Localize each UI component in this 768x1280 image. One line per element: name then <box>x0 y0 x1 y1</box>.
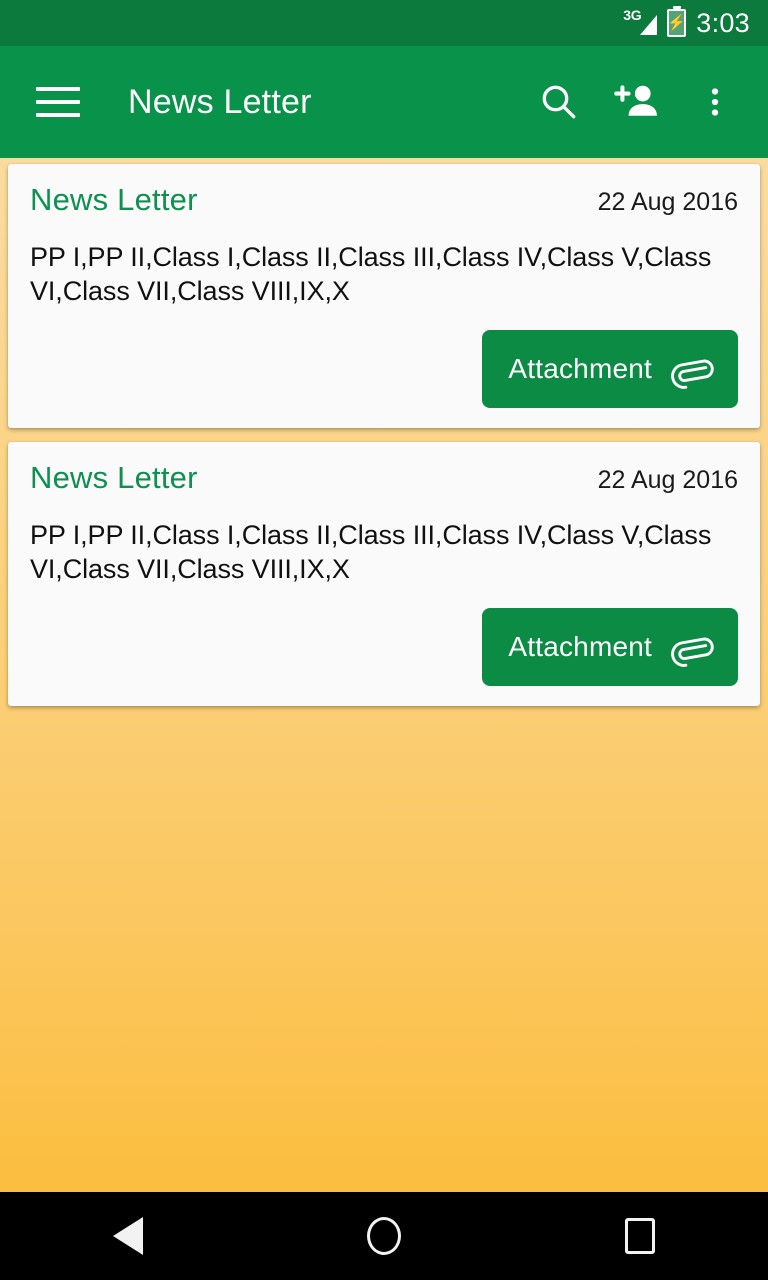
card-header: News Letter 22 Aug 2016 <box>30 182 738 218</box>
status-bar-clock: 3:03 <box>696 7 750 38</box>
battery-charging-icon: ⚡ <box>667 9 687 37</box>
android-nav-bar <box>0 1192 768 1280</box>
add-person-icon[interactable] <box>598 63 676 141</box>
newsletter-list: News Letter 22 Aug 2016 PP I,PP II,Class… <box>0 164 768 720</box>
hamburger-menu-icon[interactable] <box>22 66 94 138</box>
card-header: News Letter 22 Aug 2016 <box>30 460 738 496</box>
recents-square-icon[interactable] <box>512 1192 768 1280</box>
card-date: 22 Aug 2016 <box>597 188 738 216</box>
home-shape <box>367 1217 401 1255</box>
card-title: News Letter <box>30 460 198 496</box>
attachment-button[interactable]: Attachment <box>482 330 738 409</box>
home-circle-icon[interactable] <box>256 1192 512 1280</box>
battery-bolt: ⚡ <box>667 14 687 32</box>
more-vertical-icon[interactable] <box>676 63 754 141</box>
app-toolbar: News Letter <box>0 46 768 158</box>
card-footer: Attachment <box>30 608 738 687</box>
list-item[interactable]: News Letter 22 Aug 2016 PP I,PP II,Class… <box>8 442 760 707</box>
app-screen: 3G ⚡ 3:03 News Letter News Letter 22 Aug… <box>0 0 768 1280</box>
menu-line <box>36 113 80 117</box>
card-title: News Letter <box>30 182 198 217</box>
list-item[interactable]: News Letter 22 Aug 2016 PP I,PP II,Class… <box>8 164 760 429</box>
toolbar-actions <box>520 63 754 141</box>
paperclip-icon <box>666 344 716 394</box>
signal-triangle <box>640 15 658 35</box>
attachment-button-label: Attachment <box>508 353 652 385</box>
back-shape <box>113 1217 143 1255</box>
page-title: News Letter <box>128 82 312 121</box>
recents-shape <box>625 1218 655 1254</box>
network-type-label: 3G <box>623 7 642 23</box>
attachment-button[interactable]: Attachment <box>482 608 738 687</box>
menu-line <box>36 100 80 104</box>
menu-line <box>36 87 80 91</box>
paperclip-icon <box>666 622 716 672</box>
signal-bars-icon: 3G <box>623 7 658 38</box>
status-bar-icons: 3G ⚡ 3:03 <box>623 8 750 38</box>
attachment-button-label: Attachment <box>508 631 652 663</box>
card-body-text: PP I,PP II,Class I,Class II,Class III,Cl… <box>30 242 712 307</box>
search-icon[interactable] <box>520 63 598 141</box>
back-triangle-icon[interactable] <box>0 1192 256 1280</box>
card-footer: Attachment <box>30 330 738 409</box>
status-bar: 3G ⚡ 3:03 <box>0 0 768 46</box>
card-date: 22 Aug 2016 <box>597 466 738 495</box>
card-body-text: PP I,PP II,Class I,Class II,Class III,Cl… <box>30 520 712 585</box>
